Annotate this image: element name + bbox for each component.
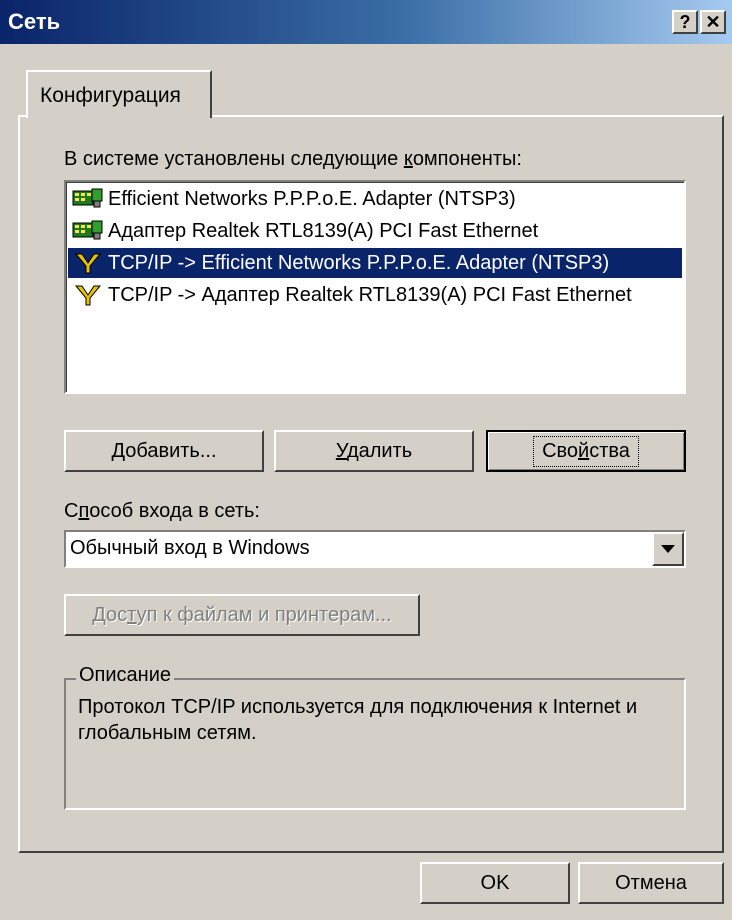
ok-button[interactable]: OK [420, 862, 570, 904]
tab-configuration[interactable]: Конфигурация [26, 70, 212, 118]
add-button[interactable]: Добавить... [64, 430, 264, 472]
chevron-down-icon [661, 545, 675, 553]
logon-label: Способ входа в сеть: [64, 500, 260, 522]
logon-select[interactable]: Обычный вход в Windows [64, 530, 686, 568]
remove-button[interactable]: Удалить [274, 430, 474, 472]
list-item[interactable]: Efficient Networks P.P.P.o.E. Adapter (N… [68, 184, 522, 214]
help-icon: ? [679, 12, 691, 32]
network-adapter-icon [72, 220, 103, 240]
help-button[interactable]: ? [672, 10, 698, 34]
description-legend: Описание [76, 664, 175, 687]
components-list[interactable]: Efficient Networks P.P.P.o.E. Adapter (N… [64, 180, 686, 394]
description-text: Протокол TCP/IP используется для подключ… [78, 696, 638, 744]
file-printer-sharing-button: Доступ к файлам и принтерам... [64, 594, 420, 636]
list-item-selected[interactable]: TCP/IP -> Efficient Networks P.P.P.o.E. … [68, 248, 682, 278]
close-button[interactable]: ✕ [700, 10, 726, 34]
close-icon: ✕ [705, 12, 721, 32]
list-item[interactable]: Адаптер Realtek RTL8139(A) PCI Fast Ethe… [68, 216, 544, 246]
list-item[interactable]: TCP/IP -> Адаптер Realtek RTL8139(A) PCI… [68, 280, 638, 310]
protocol-icon [74, 253, 102, 274]
components-label: В системе установлены следующие компонен… [64, 148, 522, 170]
title-bar: Сеть ? ✕ [0, 0, 732, 44]
dropdown-button[interactable] [652, 532, 684, 566]
tab-configuration-label: Конфигурация [40, 84, 181, 107]
protocol-icon [74, 285, 102, 306]
cancel-button[interactable]: Отмена [578, 862, 724, 904]
window-title: Сеть [8, 9, 61, 34]
network-adapter-icon [72, 188, 103, 208]
properties-button[interactable]: Свойства [486, 430, 686, 472]
